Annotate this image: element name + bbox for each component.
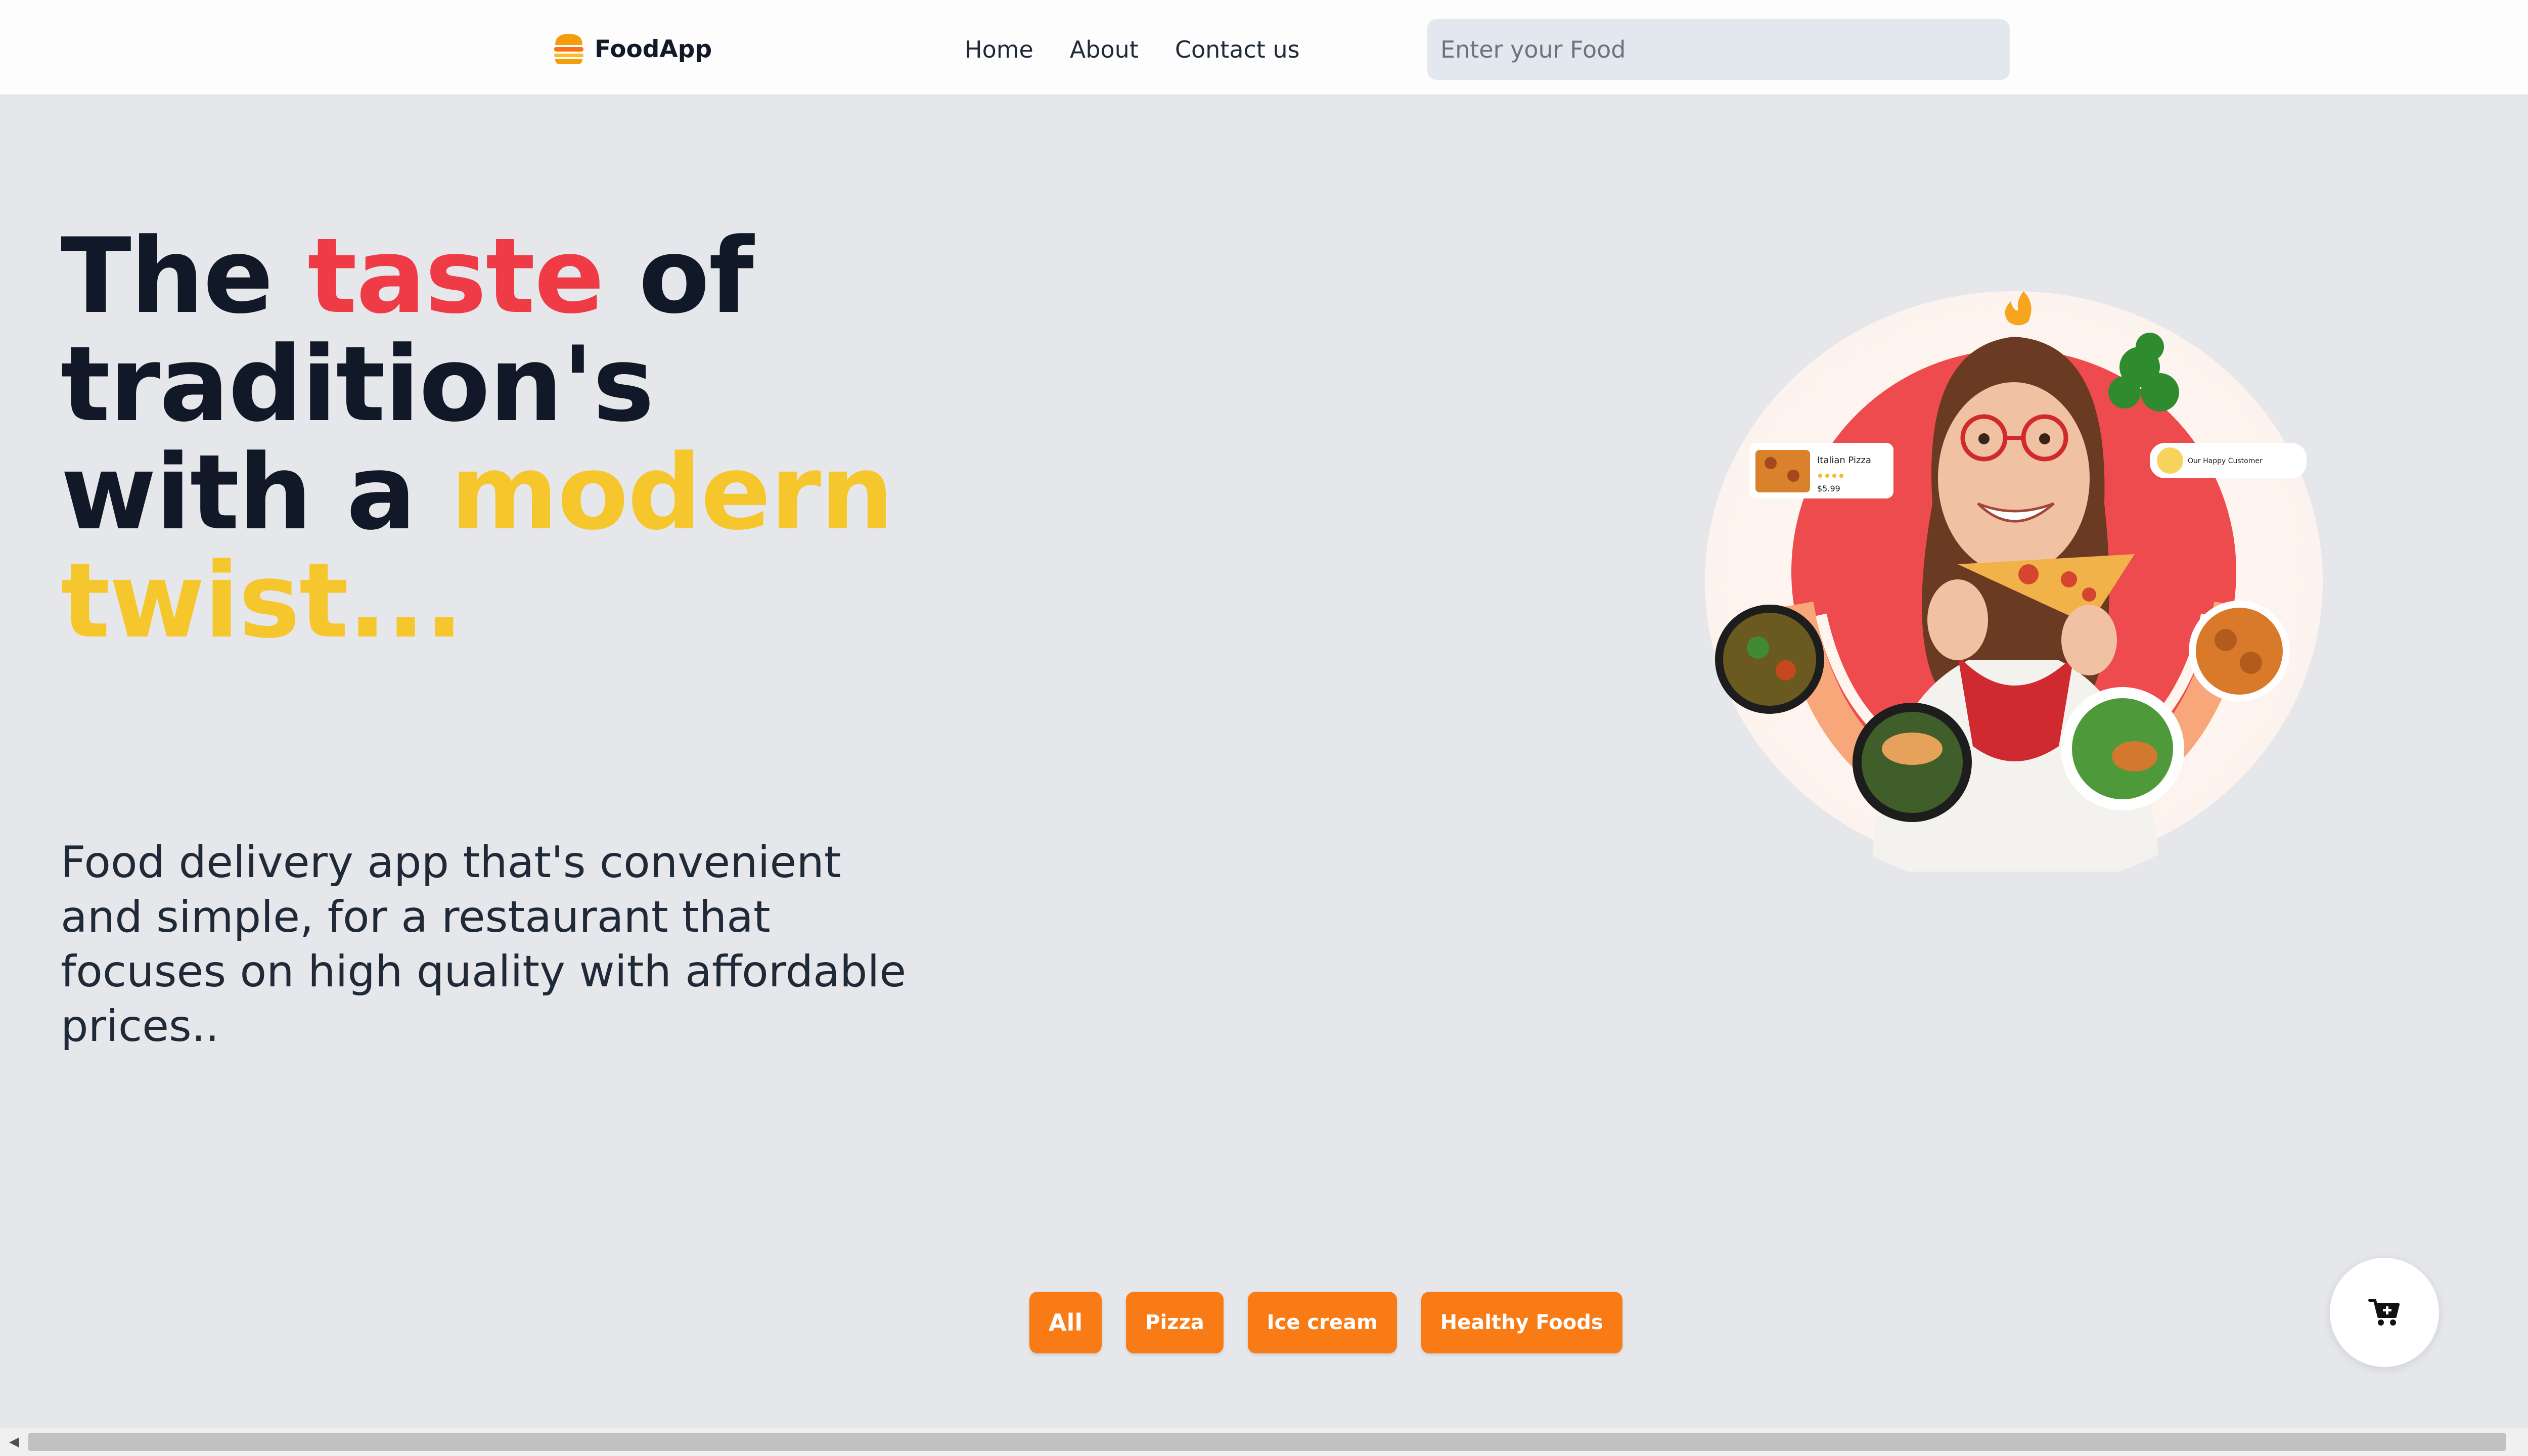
logo-text: FoodApp [595, 35, 712, 63]
cart-icon [2368, 1299, 2400, 1326]
category-pizza-button[interactable]: Pizza [1126, 1292, 1224, 1353]
horizontal-scroll-thumb[interactable] [28, 1433, 2506, 1451]
nav-links: Home About Contact us [965, 31, 1300, 68]
category-healthy-foods-button[interactable]: Healthy Foods [1421, 1292, 1622, 1353]
category-filters: All Pizza Ice cream Healthy Foods [1029, 1292, 1622, 1353]
page: FoodApp Home About Contact us The taste … [0, 0, 2528, 1428]
card-right-title: Our Happy Customer [2188, 457, 2263, 465]
nav-link-about[interactable]: About [1070, 36, 1139, 63]
card-left-price: $5.99 [1817, 484, 1840, 493]
hero-heading-part1: The [61, 216, 308, 337]
hero-image: Italian Pizza $5.99 Our Happy Customer [1705, 291, 2323, 872]
hero-description: Food delivery app that's convenient and … [61, 837, 907, 1052]
nav-link-contact[interactable]: Contact us [1175, 36, 1300, 63]
nav-link-home[interactable]: Home [965, 36, 1033, 63]
burger-icon [554, 34, 583, 64]
horizontal-scrollbar[interactable]: ◀ ▶ [0, 1428, 2528, 1456]
scroll-left-arrow-icon[interactable]: ◀ [0, 1428, 28, 1456]
hero-heading-highlight-taste: taste [307, 216, 604, 337]
card-left-title: Italian Pizza [1817, 455, 1871, 466]
category-all-button[interactable]: All [1029, 1292, 1102, 1353]
category-ice-cream-button[interactable]: Ice cream [1247, 1292, 1397, 1353]
cart-button[interactable] [2330, 1258, 2439, 1367]
search-input[interactable] [1427, 19, 2010, 80]
logo[interactable]: FoodApp [552, 30, 712, 68]
hero-heading: The taste of tradition's with a modern t… [61, 222, 920, 655]
navbar: FoodApp Home About Contact us [0, 0, 2528, 96]
